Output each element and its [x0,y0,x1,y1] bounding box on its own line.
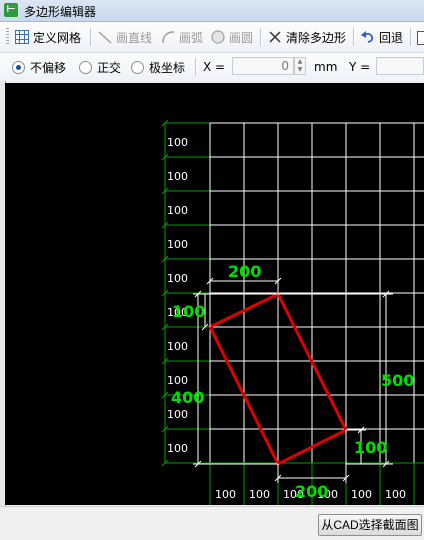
radio-orthogonal[interactable]: 正交 [79,57,121,77]
column-label: 100 [215,488,236,501]
line-icon [97,29,113,45]
dim-top-width: 200 [228,262,261,281]
app-icon: ⊢ [4,3,18,17]
dim-left-offset: 100 [172,302,205,321]
drawing-canvas[interactable]: 100 100 100 100 100 100 100 100 100 100 100 100 100… [5,83,424,505]
row-labels: 100100100100100100100100100100 [167,136,188,455]
toolbar-separator [260,28,262,46]
y-coordinate-input[interactable] [376,57,424,75]
dim-bottom-width: 200 [295,482,328,501]
toolbar-separator [353,28,355,46]
radio-icon [131,60,144,74]
dim-left-height: 400 [171,388,204,407]
clear-polygon-label: 清除多边形 [286,30,347,45]
draw-line-label: 画直线 [116,30,153,45]
row-label: 100 [167,204,188,217]
circle-icon [210,29,226,45]
row-label: 100 [167,374,188,387]
no-offset-label: 不偏移 [30,60,67,75]
define-grid-label: 定义网格 [33,30,82,45]
toolbar-separator [195,58,197,76]
radio-no-offset[interactable]: 不偏移 [12,57,66,77]
row-label: 100 [167,340,188,353]
define-grid-button[interactable]: 定义网格 [14,27,81,47]
dimension-labels: 200 200 400 100 500 100 [171,262,414,501]
undo-button[interactable]: 回退 [360,27,403,47]
x-coordinate-input[interactable]: 0 [232,57,294,75]
grid-icon [14,29,30,45]
row-label: 100 [167,170,188,183]
row-label: 100 [167,238,188,251]
column-label: 100 [249,488,270,501]
title-bar: ⊢ 多边形编辑器 [0,0,424,22]
dim-right-height: 500 [381,371,414,390]
undo-icon [360,29,376,45]
window-title: 多边形编辑器 [24,5,97,19]
y-label: Y = [349,60,371,74]
row-label: 100 [167,272,188,285]
draw-circle-button[interactable]: 画圆 [210,27,253,47]
orthogonal-label: 正交 [97,60,122,75]
column-label: 100 [385,488,406,501]
close-icon [267,29,283,45]
x-spinner[interactable]: ▲ ▼ [294,57,306,75]
radio-icon [12,60,25,74]
clear-polygon-button[interactable]: 清除多边形 [267,27,346,47]
row-label: 100 [167,408,188,421]
toolbar-separator [90,28,92,46]
arc-icon [160,29,176,45]
draw-line-button[interactable]: 画直线 [97,27,152,47]
radio-icon [79,60,92,74]
undo-label: 回退 [379,30,404,45]
draw-circle-label: 画圆 [229,30,254,45]
main-toolbar: 定义网格 画直线 画弧 画圆 清除多边形 回退 [0,22,424,53]
grid-drawing[interactable]: 100 100 100 100 100 100 100 100 100 100 100 100 100… [5,83,424,505]
row-label: 100 [167,136,188,149]
draw-arc-label: 画弧 [179,30,204,45]
unit-label: mm [314,60,338,74]
select-from-cad-button[interactable]: 从CAD选择截面图 [318,514,422,536]
draw-arc-button[interactable]: 画弧 [160,27,203,47]
row-label: 100 [167,442,188,455]
radio-polar[interactable]: 极坐标 [131,57,185,77]
toolbar-grip[interactable] [6,28,9,46]
polar-label: 极坐标 [149,60,186,75]
toolbar-separator [410,28,412,46]
x-label: X = [203,60,226,74]
dim-right-offset: 100 [354,438,387,457]
page-icon[interactable] [417,31,424,45]
column-label: 100 [351,488,372,501]
